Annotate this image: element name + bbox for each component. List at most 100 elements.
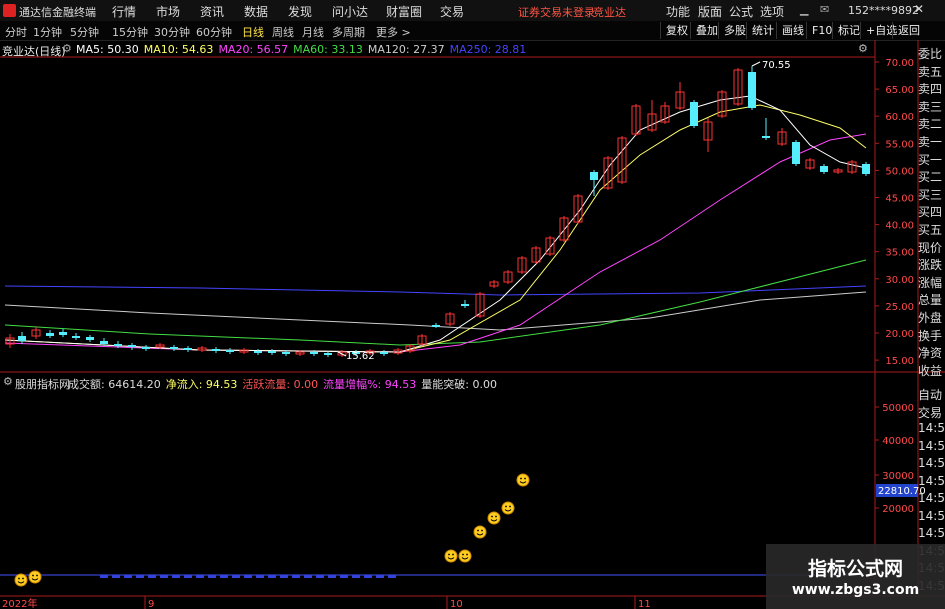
ticker-time-label: 交易	[918, 405, 943, 420]
ticker-time-label: 14:5	[918, 421, 945, 435]
quote-field-label: 买三	[918, 187, 943, 202]
volume-flow-bar	[280, 575, 288, 578]
volume-flow-bar	[328, 575, 336, 578]
candle-body-down[interactable]	[792, 142, 800, 164]
candle-body-down[interactable]	[432, 325, 440, 327]
candle-body-down[interactable]	[310, 352, 318, 354]
sub-y-tick-label: 30000	[882, 471, 914, 482]
smiley-signal-icon	[516, 473, 530, 487]
candle-body-down[interactable]	[46, 333, 54, 336]
volume-flow-bar	[352, 575, 360, 578]
smiley-signal-icon	[28, 570, 42, 584]
candle-body-down[interactable]	[461, 304, 469, 306]
volume-flow-bar	[148, 575, 156, 578]
indicator-field: 净流入: 94.53	[165, 378, 238, 391]
smiley-eye	[18, 577, 20, 580]
quote-field-label: 卖一	[918, 135, 943, 149]
smiley-eye	[448, 553, 450, 556]
volume-flow-bar	[304, 575, 312, 578]
y-tick-label: 35.00	[885, 248, 914, 259]
x-axis-label: 11	[638, 599, 651, 609]
smiley-eye	[477, 529, 479, 532]
low-price-label: 15.62	[346, 351, 375, 362]
y-tick-label: 40.00	[885, 221, 914, 232]
candle-body-down[interactable]	[282, 352, 290, 354]
quote-field-label: 卖五	[918, 64, 943, 79]
candle-body-down[interactable]	[86, 337, 94, 340]
volume-flow-bar	[244, 575, 252, 578]
candle-body-down[interactable]	[820, 166, 828, 172]
ticker-time-label: 14:5	[918, 456, 945, 470]
indicator-field: 流量增幅%: 94.53	[323, 378, 417, 391]
candle-body-down[interactable]	[226, 350, 234, 352]
candle-body-down[interactable]	[184, 348, 192, 350]
candle-body-down[interactable]	[268, 351, 276, 353]
smiley-eye	[36, 574, 38, 577]
smiley-face	[516, 473, 530, 487]
ticker-time-label: 14:5	[918, 508, 945, 523]
candle-body-down[interactable]	[590, 172, 598, 180]
smiley-eye	[481, 529, 483, 532]
x-axis-label: 10	[450, 599, 463, 609]
candle-body-down[interactable]	[18, 336, 26, 341]
y-tick-label: 25.00	[885, 302, 914, 313]
quote-field-label: 买四	[918, 205, 943, 220]
main-chart-label: 竞业达(日线)	[2, 45, 66, 58]
volume-flow-bar	[100, 575, 108, 578]
volume-flow-bar	[376, 575, 384, 578]
candle-body-down[interactable]	[59, 332, 67, 335]
candle-body-down[interactable]	[114, 344, 122, 346]
y-tick-label: 15.00	[885, 356, 914, 367]
candle-body-down[interactable]	[380, 352, 388, 354]
x-axis-label: 9	[148, 599, 154, 609]
smiley-signal-icon	[501, 501, 515, 515]
candle-body-down[interactable]	[100, 341, 108, 344]
candle-body-down[interactable]	[324, 353, 332, 355]
volume-flow-bar	[340, 575, 348, 578]
quote-field-label: 涨幅	[918, 275, 943, 290]
candle-body-down[interactable]	[212, 349, 220, 351]
candle-body-down[interactable]	[142, 347, 150, 349]
quote-field-label: 卖三	[918, 99, 943, 114]
smiley-eye	[509, 505, 511, 508]
smiley-eye	[466, 553, 468, 556]
indicator-settings-icon[interactable]: ⚙	[3, 375, 13, 388]
quote-field-label: 收益	[918, 363, 943, 378]
indicator-field: 活跃流量: 0.00	[242, 378, 319, 391]
gear-icon[interactable]: ⚙	[858, 42, 868, 55]
smiley-eye	[495, 515, 497, 518]
y-tick-label: 45.00	[885, 194, 914, 205]
ma-legend: MA5: 50.30 MA10: 54.63 MA20: 56.57 MA60: 33…	[76, 43, 531, 56]
ma-line	[4, 285, 867, 296]
ticker-time-label: 14:5	[918, 491, 945, 505]
quote-field-label: 买五	[918, 223, 943, 237]
candle-body-down[interactable]	[254, 351, 262, 353]
ma-legend-ma10: MA10: 54.63	[143, 43, 214, 56]
candle-body-down[interactable]	[72, 336, 80, 338]
watermark-name: 指标公式网	[807, 558, 903, 580]
volume-flow-bar	[160, 575, 168, 578]
candle-body-down[interactable]	[170, 347, 178, 349]
x-axis-label: 2022年	[2, 597, 37, 609]
settings-icon[interactable]: ⚙	[62, 42, 72, 55]
candle-body-down[interactable]	[128, 345, 136, 347]
ma-line	[4, 104, 867, 353]
high-price-label: 70.55	[762, 60, 791, 71]
ticker-time-label: 14:5	[918, 526, 945, 540]
quote-field-label: 现价	[918, 240, 943, 255]
sub-y-tick-label: 20000	[882, 504, 914, 515]
indicator-legend: 成交额: 64614.20 净流入: 94.53 活跃流量: 0.00 流量增幅%: …	[68, 376, 502, 392]
candle-body-down[interactable]	[862, 164, 870, 174]
volume-flow-bar	[316, 575, 324, 578]
quote-field-label: 卖二	[918, 117, 943, 132]
candle-body-down[interactable]	[748, 72, 756, 108]
volume-flow-bar	[292, 575, 300, 578]
kline-chart-area[interactable]: 70.00 65.00 60.00 55.00 50.00 45.00 40.00 35.00…	[0, 0, 945, 609]
sub-chart-label: 股朋指标网	[15, 378, 70, 391]
indicator-field: 成交额: 64614.20	[68, 378, 161, 391]
candle-body-down[interactable]	[762, 136, 770, 138]
smiley-eye	[22, 577, 24, 580]
ma-line	[4, 95, 867, 353]
candle-body-down[interactable]	[690, 102, 698, 126]
smiley-face	[501, 501, 515, 515]
